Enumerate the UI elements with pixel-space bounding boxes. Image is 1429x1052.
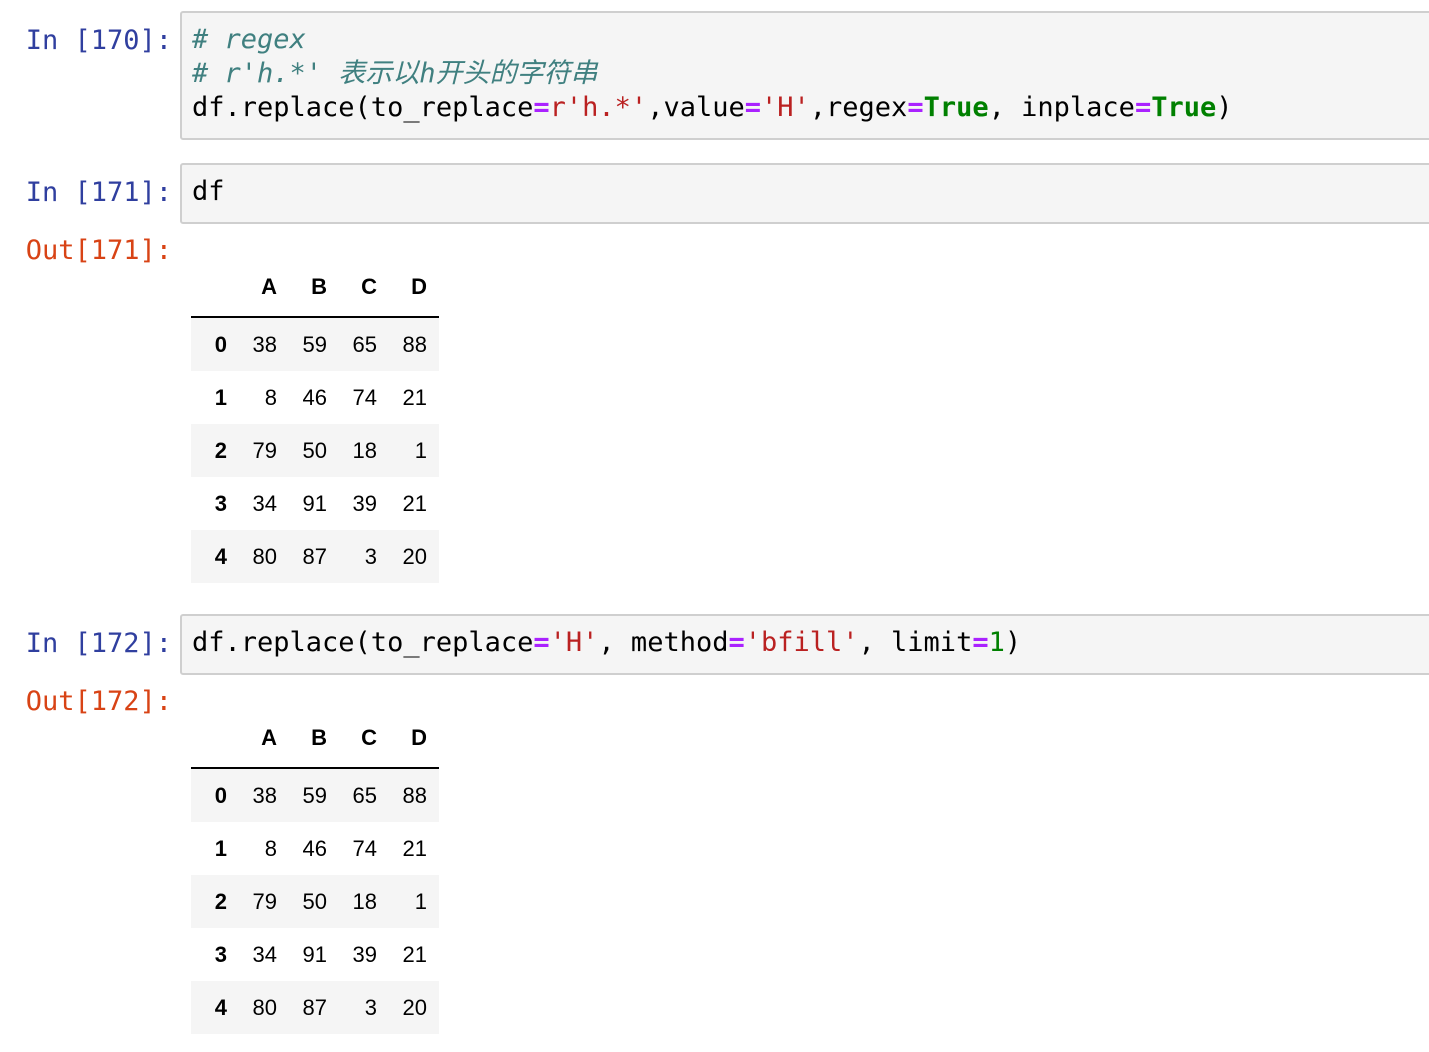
table-row: 4 80 87 3 20 <box>191 981 439 1034</box>
table-cell: 39 <box>352 941 377 967</box>
row-index: 4 <box>214 994 227 1020</box>
table-cell: 39 <box>352 490 377 516</box>
table-cell: 34 <box>252 490 277 516</box>
code-replace-bfill-line: df.replace(to_replace='H', method='bfill… <box>192 627 1022 658</box>
table-cell: 91 <box>302 490 327 516</box>
table-cell: 46 <box>302 384 327 410</box>
table-cell: 3 <box>364 543 377 569</box>
table-cell: 65 <box>352 331 377 357</box>
table-row: 0 38 59 65 88 <box>191 317 439 371</box>
table-row: 1 8 46 74 21 <box>191 371 439 424</box>
row-index: 0 <box>214 331 227 357</box>
column-header-d: D <box>389 258 439 318</box>
table-cell: 3 <box>364 994 377 1020</box>
table-row: 2 79 50 18 1 <box>191 424 439 477</box>
column-header-c: C <box>339 258 389 318</box>
code-df-line: df <box>192 176 225 207</box>
row-index: 2 <box>214 888 227 914</box>
table-cell: 46 <box>302 835 327 861</box>
input-prompt-172: In [172]: <box>25 628 172 659</box>
code-comment-regex: # regex <box>192 24 306 55</box>
table-row: 3 34 91 39 21 <box>191 928 439 981</box>
table-cell: 20 <box>402 543 427 569</box>
row-index: 3 <box>214 941 227 967</box>
table-row: 1 8 46 74 21 <box>191 822 439 875</box>
table-cell: 38 <box>252 782 277 808</box>
table-cell: 59 <box>302 782 327 808</box>
table-cell: 21 <box>402 384 427 410</box>
column-header-d: D <box>389 709 439 769</box>
code-replace-regex-line: df.replace(to_replace=r'h.*',value='H',r… <box>192 92 1233 123</box>
code-comment-description: # r'h.*' 表示以h开头的字符串 <box>192 58 598 89</box>
index-header <box>191 709 239 769</box>
index-header <box>191 258 239 318</box>
table-cell: 59 <box>302 331 327 357</box>
column-header-b: B <box>289 709 339 769</box>
table-row: 0 38 59 65 88 <box>191 768 439 822</box>
table-cell: 80 <box>252 994 277 1020</box>
table-cell: 34 <box>252 941 277 967</box>
table-cell: 21 <box>402 941 427 967</box>
table-cell: 50 <box>302 437 327 463</box>
table-header-row: A B C D <box>191 709 439 769</box>
table-cell: 80 <box>252 543 277 569</box>
row-index: 0 <box>214 782 227 808</box>
column-header-a: A <box>239 709 289 769</box>
table-cell: 8 <box>264 835 277 861</box>
table-cell: 79 <box>252 437 277 463</box>
column-header-a: A <box>239 258 289 318</box>
table-cell: 18 <box>352 888 377 914</box>
table-cell: 88 <box>402 782 427 808</box>
row-index: 1 <box>214 384 227 410</box>
table-cell: 65 <box>352 782 377 808</box>
row-index: 1 <box>214 835 227 861</box>
output-prompt-171: Out[171]: <box>25 235 172 266</box>
row-index: 2 <box>214 437 227 463</box>
table-cell: 21 <box>402 835 427 861</box>
column-header-c: C <box>339 709 389 769</box>
table-row: 2 79 50 18 1 <box>191 875 439 928</box>
table-row: 4 80 87 3 20 <box>191 530 439 583</box>
table-cell: 91 <box>302 941 327 967</box>
table-cell: 88 <box>402 331 427 357</box>
table-header-row: A B C D <box>191 258 439 318</box>
table-cell: 8 <box>264 384 277 410</box>
table-cell: 87 <box>302 543 327 569</box>
table-cell: 87 <box>302 994 327 1020</box>
table-row: 3 34 91 39 21 <box>191 477 439 530</box>
dataframe-output-171: A B C D 0 38 59 65 88 1 8 46 74 21 2 79 … <box>191 258 439 583</box>
column-header-b: B <box>289 258 339 318</box>
table-cell: 38 <box>252 331 277 357</box>
table-cell: 79 <box>252 888 277 914</box>
output-prompt-172: Out[172]: <box>25 686 172 717</box>
table-cell: 18 <box>352 437 377 463</box>
table-cell: 1 <box>414 437 427 463</box>
code-cell-171[interactable]: df <box>180 163 1429 224</box>
code-cell-172[interactable]: df.replace(to_replace='H', method='bfill… <box>180 614 1429 675</box>
table-cell: 20 <box>402 994 427 1020</box>
code-cell-170[interactable]: # regex # r'h.*' 表示以h开头的字符串 df.replace(t… <box>180 11 1429 140</box>
dataframe-output-172: A B C D 0 38 59 65 88 1 8 46 74 21 2 79 … <box>191 709 439 1034</box>
row-index: 4 <box>214 543 227 569</box>
table-cell: 74 <box>352 835 377 861</box>
input-prompt-170: In [170]: <box>25 25 172 56</box>
table-cell: 1 <box>414 888 427 914</box>
table-cell: 50 <box>302 888 327 914</box>
row-index: 3 <box>214 490 227 516</box>
table-cell: 74 <box>352 384 377 410</box>
input-prompt-171: In [171]: <box>25 177 172 208</box>
table-cell: 21 <box>402 490 427 516</box>
